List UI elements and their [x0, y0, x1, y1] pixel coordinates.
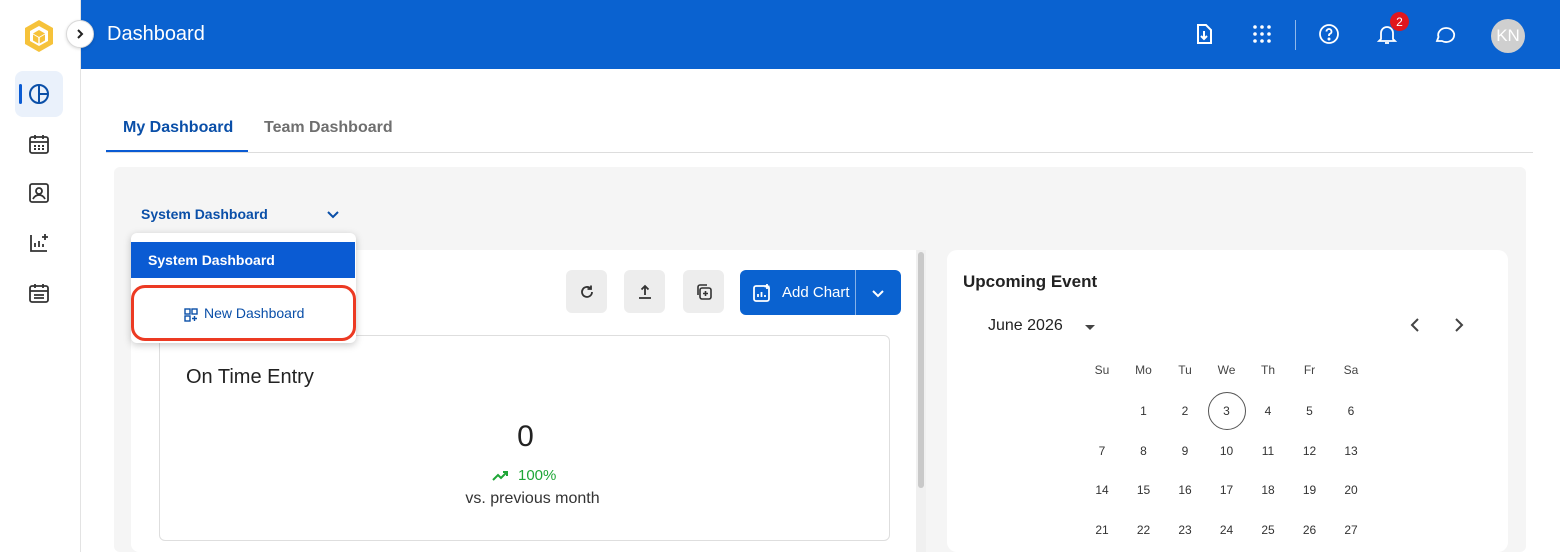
app-logo-icon[interactable] — [22, 18, 56, 54]
rail-item-schedule[interactable] — [15, 270, 63, 316]
dropdown-option-system-dashboard[interactable]: System Dashboard — [131, 242, 355, 278]
calendar-day[interactable]: 9 — [1166, 432, 1204, 470]
chevron-right-icon — [77, 29, 84, 39]
calendar-day[interactable]: 2 — [1166, 392, 1204, 430]
help-icon — [1319, 24, 1339, 44]
refresh-button[interactable] — [566, 270, 607, 313]
page-title: Dashboard — [107, 23, 205, 45]
weekday-label: We — [1217, 363, 1236, 377]
weekday-label: Fr — [1303, 363, 1316, 377]
dashboard-add-icon — [184, 308, 198, 322]
calendar-day[interactable]: 26 — [1291, 511, 1329, 549]
calendar-day[interactable]: 12 — [1291, 432, 1329, 470]
calendar-day[interactable]: 4 — [1249, 392, 1287, 430]
calendar-day[interactable]: 24 — [1208, 511, 1246, 549]
chevron-down-icon[interactable] — [325, 206, 341, 222]
weekday-label: Sa — [1343, 363, 1359, 377]
help-button[interactable] — [1315, 20, 1343, 48]
kpi-value: 0 — [517, 420, 534, 453]
apps-grid-icon — [1253, 25, 1271, 43]
calendar-day[interactable]: 15 — [1125, 471, 1163, 509]
calendar-day[interactable]: 14 — [1083, 471, 1121, 509]
calendar-day[interactable]: 20 — [1332, 471, 1370, 509]
chart-add-icon — [753, 284, 770, 302]
apps-button[interactable] — [1248, 20, 1276, 48]
chart-add-icon — [30, 234, 48, 252]
trending-up-icon — [492, 470, 508, 481]
dashboard-select[interactable]: System Dashboard — [141, 206, 268, 222]
month-label[interactable]: June 2026 — [988, 317, 1063, 335]
calendar-day[interactable]: 23 — [1166, 511, 1204, 549]
tab-my-dashboard[interactable]: My Dashboard — [123, 119, 233, 137]
weekday-label: Tu — [1178, 363, 1192, 377]
contact-card-icon — [29, 183, 49, 203]
refresh-icon — [580, 285, 593, 298]
caret-down-icon[interactable] — [1083, 320, 1097, 334]
kpi-card: On Time Entry 0 100% vs. previous month — [159, 335, 890, 541]
calendar-day[interactable]: 5 — [1291, 392, 1329, 430]
pie-chart-icon — [29, 84, 49, 104]
tabs-divider — [106, 152, 1533, 153]
calendar-day[interactable]: 27 — [1332, 511, 1370, 549]
calendar-day[interactable]: 25 — [1249, 511, 1287, 549]
add-chart-label: Add Chart — [782, 284, 850, 301]
topbar-divider — [1295, 20, 1296, 50]
tab-team-dashboard[interactable]: Team Dashboard — [264, 119, 393, 137]
rail-item-dashboard[interactable] — [15, 71, 63, 117]
event-title: Upcoming Event — [963, 272, 1098, 291]
calendar-day[interactable]: 17 — [1208, 471, 1246, 509]
chevron-left-icon[interactable] — [1407, 316, 1425, 334]
kpi-trend-value: 100% — [518, 467, 557, 484]
download-icon — [1197, 24, 1212, 44]
top-bar: Dashboard 2 KN — [81, 0, 1560, 69]
user-avatar[interactable]: KN — [1491, 19, 1525, 53]
kpi-title: On Time Entry — [186, 366, 314, 388]
expand-sidebar-button[interactable] — [66, 20, 94, 48]
calendar-day[interactable]: 1 — [1125, 392, 1163, 430]
chat-button[interactable] — [1431, 20, 1459, 48]
notification-badge: 2 — [1390, 12, 1409, 31]
chevron-right-icon[interactable] — [1449, 316, 1467, 334]
calendar-day[interactable]: 16 — [1166, 471, 1204, 509]
kpi-trend: 100% — [492, 467, 556, 484]
calendar-day[interactable]: 8 — [1125, 432, 1163, 470]
calendar-day[interactable]: 13 — [1332, 432, 1370, 470]
left-rail — [0, 0, 81, 552]
rail-item-contacts[interactable] — [15, 170, 63, 216]
weekday-label: Mo — [1135, 363, 1152, 377]
new-dashboard-option[interactable]: New Dashboard — [131, 285, 356, 341]
rail-item-reports[interactable] — [15, 220, 63, 266]
duplicate-button[interactable] — [683, 270, 724, 313]
calendar-day[interactable]: 7 — [1083, 432, 1121, 470]
download-button[interactable] — [1190, 20, 1218, 48]
upcoming-event-card: Upcoming Event June 2026 Su Mo Tu We Th Fr Sa 1… — [947, 250, 1508, 552]
new-dashboard-label: New Dashboard — [204, 305, 305, 321]
calendar-day[interactable]: 6 — [1332, 392, 1370, 430]
calendar-day[interactable]: 21 — [1083, 511, 1121, 549]
calendar-day[interactable]: 18 — [1249, 471, 1287, 509]
upload-icon — [638, 284, 651, 299]
dashboard-dropdown-menu: System Dashboard New Dashboard — [131, 233, 356, 343]
add-chart-button[interactable]: Add Chart — [740, 270, 901, 315]
weekday-label: Su — [1094, 363, 1110, 377]
kpi-caption: vs. previous month — [465, 490, 600, 507]
scrollbar-thumb[interactable] — [918, 252, 924, 488]
calendar-day[interactable]: 10 — [1208, 432, 1246, 470]
calendar-grid-icon — [29, 135, 49, 154]
calendar-day[interactable]: 11 — [1249, 432, 1287, 470]
weekday-label: Th — [1260, 363, 1275, 377]
chevron-down-icon[interactable] — [870, 285, 886, 301]
upload-button[interactable] — [624, 270, 665, 313]
split-divider — [855, 270, 856, 315]
calendar-day[interactable]: 22 — [1125, 511, 1163, 549]
rail-item-calendar[interactable] — [15, 121, 63, 167]
calendar-day-today[interactable]: 3 — [1207, 392, 1246, 430]
chat-icon — [1435, 27, 1456, 43]
copy-add-icon — [696, 283, 712, 300]
calendar-day[interactable]: 19 — [1291, 471, 1329, 509]
calendar-list-icon — [29, 284, 49, 303]
